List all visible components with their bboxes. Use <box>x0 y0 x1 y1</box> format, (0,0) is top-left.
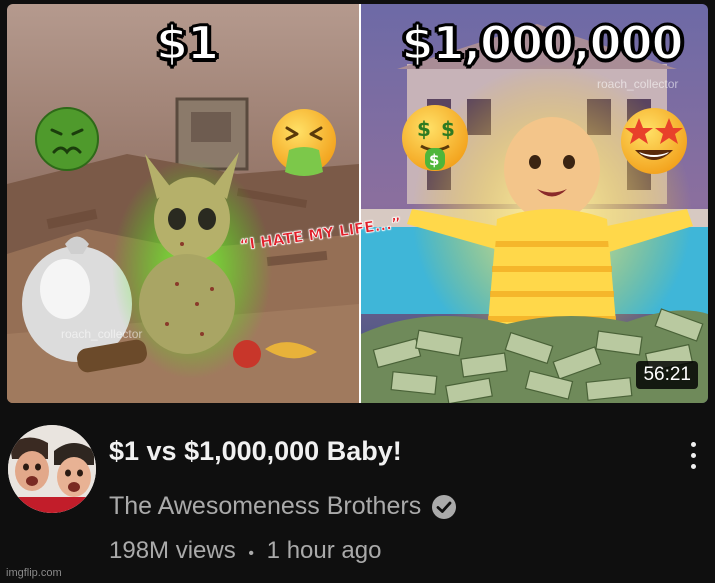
price-label-low: $1 <box>155 15 220 71</box>
view-count: 198M views <box>109 537 236 564</box>
imgflip-watermark: imgflip.com <box>6 567 62 579</box>
channel-avatar[interactable] <box>8 425 96 513</box>
video-title[interactable]: $1 vs $1,000,000 Baby! <box>109 436 402 467</box>
video-card[interactable]: $ $ $ $1 $1,000,000 roach_collector roac… <box>0 0 715 583</box>
thumbnail-watermark: roach_collector <box>61 327 143 341</box>
video-thumbnail[interactable]: $ $ $ $1 $1,000,000 roach_collector roac… <box>7 4 708 403</box>
channel-avatar-image <box>8 425 96 513</box>
channel-row: The Awesomeness Brothers <box>109 492 457 521</box>
money-mouth-face-icon: $ $ $ <box>402 105 468 171</box>
price-label-high: $1,000,000 <box>400 15 684 71</box>
kebab-dot <box>690 442 696 447</box>
nauseated-face-icon <box>35 107 99 171</box>
channel-name[interactable]: The Awesomeness Brothers <box>109 492 421 521</box>
svg-text:$: $ <box>417 117 431 141</box>
upload-age: 1 hour ago <box>266 537 382 564</box>
video-meta: 198M views • 1 hour ago <box>109 537 381 565</box>
thumbnail-watermark: roach_collector <box>597 77 679 91</box>
more-options-button[interactable] <box>686 442 700 480</box>
meta-separator: • <box>248 545 254 562</box>
kebab-dot <box>690 464 696 469</box>
video-duration: 56:21 <box>636 361 698 389</box>
kebab-dot <box>690 453 696 458</box>
star-struck-face-icon <box>621 108 687 174</box>
verified-check-icon <box>432 494 457 519</box>
vomiting-face-icon <box>272 109 336 176</box>
svg-text:$: $ <box>429 151 439 169</box>
svg-text:$: $ <box>441 117 455 141</box>
